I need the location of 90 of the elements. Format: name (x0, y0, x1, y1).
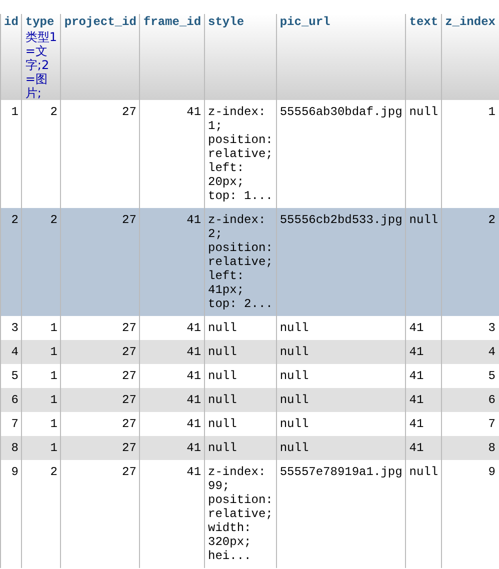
table-cell: 41 (409, 369, 424, 383)
column-header[interactable]: project_id (64, 15, 136, 30)
column-comment: 类型1=文字;2=图片; (25, 30, 58, 100)
table-cell: 41 (409, 441, 424, 455)
table-cell: 41 (409, 321, 424, 335)
table-cell: null (208, 417, 237, 431)
table-cell: 1 (50, 369, 58, 383)
table-cell: 55556cb2bd533.jpg (280, 213, 402, 227)
table-cell: 5 (488, 369, 496, 383)
table-cell: null (409, 465, 438, 479)
table-cell: 27 (122, 321, 136, 335)
table-cell: 41 (186, 213, 202, 227)
table-cell: 7 (11, 417, 18, 431)
table-cell: 8 (488, 441, 496, 455)
table-cell: 41 (186, 393, 202, 407)
table-row[interactable]: 4 1 27 41 null null 41 4 (0, 340, 499, 364)
table-cell: 1 (50, 393, 58, 407)
table-cell: 27 (122, 393, 136, 407)
table-cell: 3 (488, 321, 496, 335)
table-cell: null (208, 345, 237, 359)
table-cell: null (208, 369, 237, 383)
table-cell: null (280, 369, 309, 383)
table-cell: z-index: 1; position: relative; left: 20px; top: 1... (208, 105, 273, 203)
table-cell: 41 (409, 345, 424, 359)
table-cell: z-index: 99; position: relative; width: 320px; hei... (208, 465, 273, 563)
table-row[interactable]: 5 1 27 41 null null 41 5 (0, 364, 499, 388)
table-row[interactable]: 1 2 27 41 z-index: 1; position: relative; left: 20px; top: 1... 55556ab30bdaf.jpg null 1 (0, 100, 499, 208)
table-row[interactable]: 3 1 27 41 null null 41 3 (0, 316, 499, 340)
table-cell: null (280, 417, 309, 431)
table-cell: 9 (11, 465, 18, 479)
table-cell: 2 (11, 213, 18, 227)
table-cell: 27 (122, 213, 136, 227)
table-cell: 41 (186, 321, 202, 335)
table-cell: 9 (488, 465, 496, 479)
column-header[interactable]: pic_url (280, 15, 402, 30)
table-cell: 2 (50, 465, 58, 479)
table-cell: 27 (122, 465, 136, 479)
table-cell: 1 (488, 105, 496, 119)
column-header[interactable]: type (25, 15, 58, 30)
table-cell: 41 (186, 105, 202, 119)
table-cell: 1 (50, 345, 58, 359)
table-cell: 4 (11, 345, 18, 359)
column-header[interactable]: style (208, 15, 273, 30)
table-cell: 41 (186, 345, 202, 359)
table-cell: 2 (50, 213, 58, 227)
table-cell: 1 (50, 441, 58, 455)
table-cell: 1 (11, 105, 18, 119)
table-cell: 55557e78919a1.jpg (280, 465, 402, 479)
table-row[interactable]: 7 1 27 41 null null 41 7 (0, 412, 499, 436)
table-cell: 27 (122, 441, 136, 455)
table-cell: null (280, 345, 309, 359)
column-header[interactable]: z_index (445, 15, 496, 30)
table-cell: 4 (488, 345, 496, 359)
column-header[interactable]: id (4, 15, 18, 30)
column-header[interactable]: frame_id (143, 15, 202, 30)
table-cell: 41 (409, 393, 424, 407)
table-cell: 6 (11, 393, 18, 407)
table-cell: 1 (50, 417, 58, 431)
table-cell: 1 (50, 321, 58, 335)
table-cell: 41 (186, 465, 202, 479)
table-cell: null (409, 105, 438, 119)
table-cell: 27 (122, 417, 136, 431)
column-header[interactable]: text (409, 15, 438, 30)
table-cell: 41 (186, 441, 202, 455)
table-cell: null (280, 441, 309, 455)
table-cell: 27 (122, 105, 136, 119)
table-cell: null (280, 321, 309, 335)
table-cell: 6 (488, 393, 496, 407)
table-cell: 3 (11, 321, 18, 335)
table-cell: z-index: 2; position: relative; left: 41px; top: 2... (208, 213, 273, 311)
table-cell: 55556ab30bdaf.jpg (280, 105, 402, 119)
table-cell: 41 (186, 417, 202, 431)
table-cell: null (208, 441, 237, 455)
table-cell: 2 (50, 105, 58, 119)
table-cell: null (409, 213, 438, 227)
table-cell: null (208, 393, 237, 407)
table-row[interactable]: 6 1 27 41 null null 41 6 (0, 388, 499, 412)
table-cell: 41 (409, 417, 424, 431)
table-cell: 27 (122, 369, 136, 383)
table-cell: 27 (122, 345, 136, 359)
selected-table-row[interactable]: 2 2 27 41 z-index: 2; position: relative; left: 41px; top: 2... 55556cb2bd533.jpg null 2 (0, 208, 499, 316)
table-cell: 7 (488, 417, 496, 431)
table-cell: 8 (11, 441, 18, 455)
table-cell: 41 (186, 369, 202, 383)
table-cell: null (280, 393, 309, 407)
table-cell: 5 (11, 369, 18, 383)
table-cell: null (208, 321, 237, 335)
table-cell: 2 (488, 213, 496, 227)
table-row[interactable]: 8 1 27 41 null null 41 8 (0, 436, 499, 460)
table-row[interactable]: 9 2 27 41 z-index: 99; position: relative; width: 320px; hei... 55557e78919a1.jpg null 9 (0, 460, 499, 568)
